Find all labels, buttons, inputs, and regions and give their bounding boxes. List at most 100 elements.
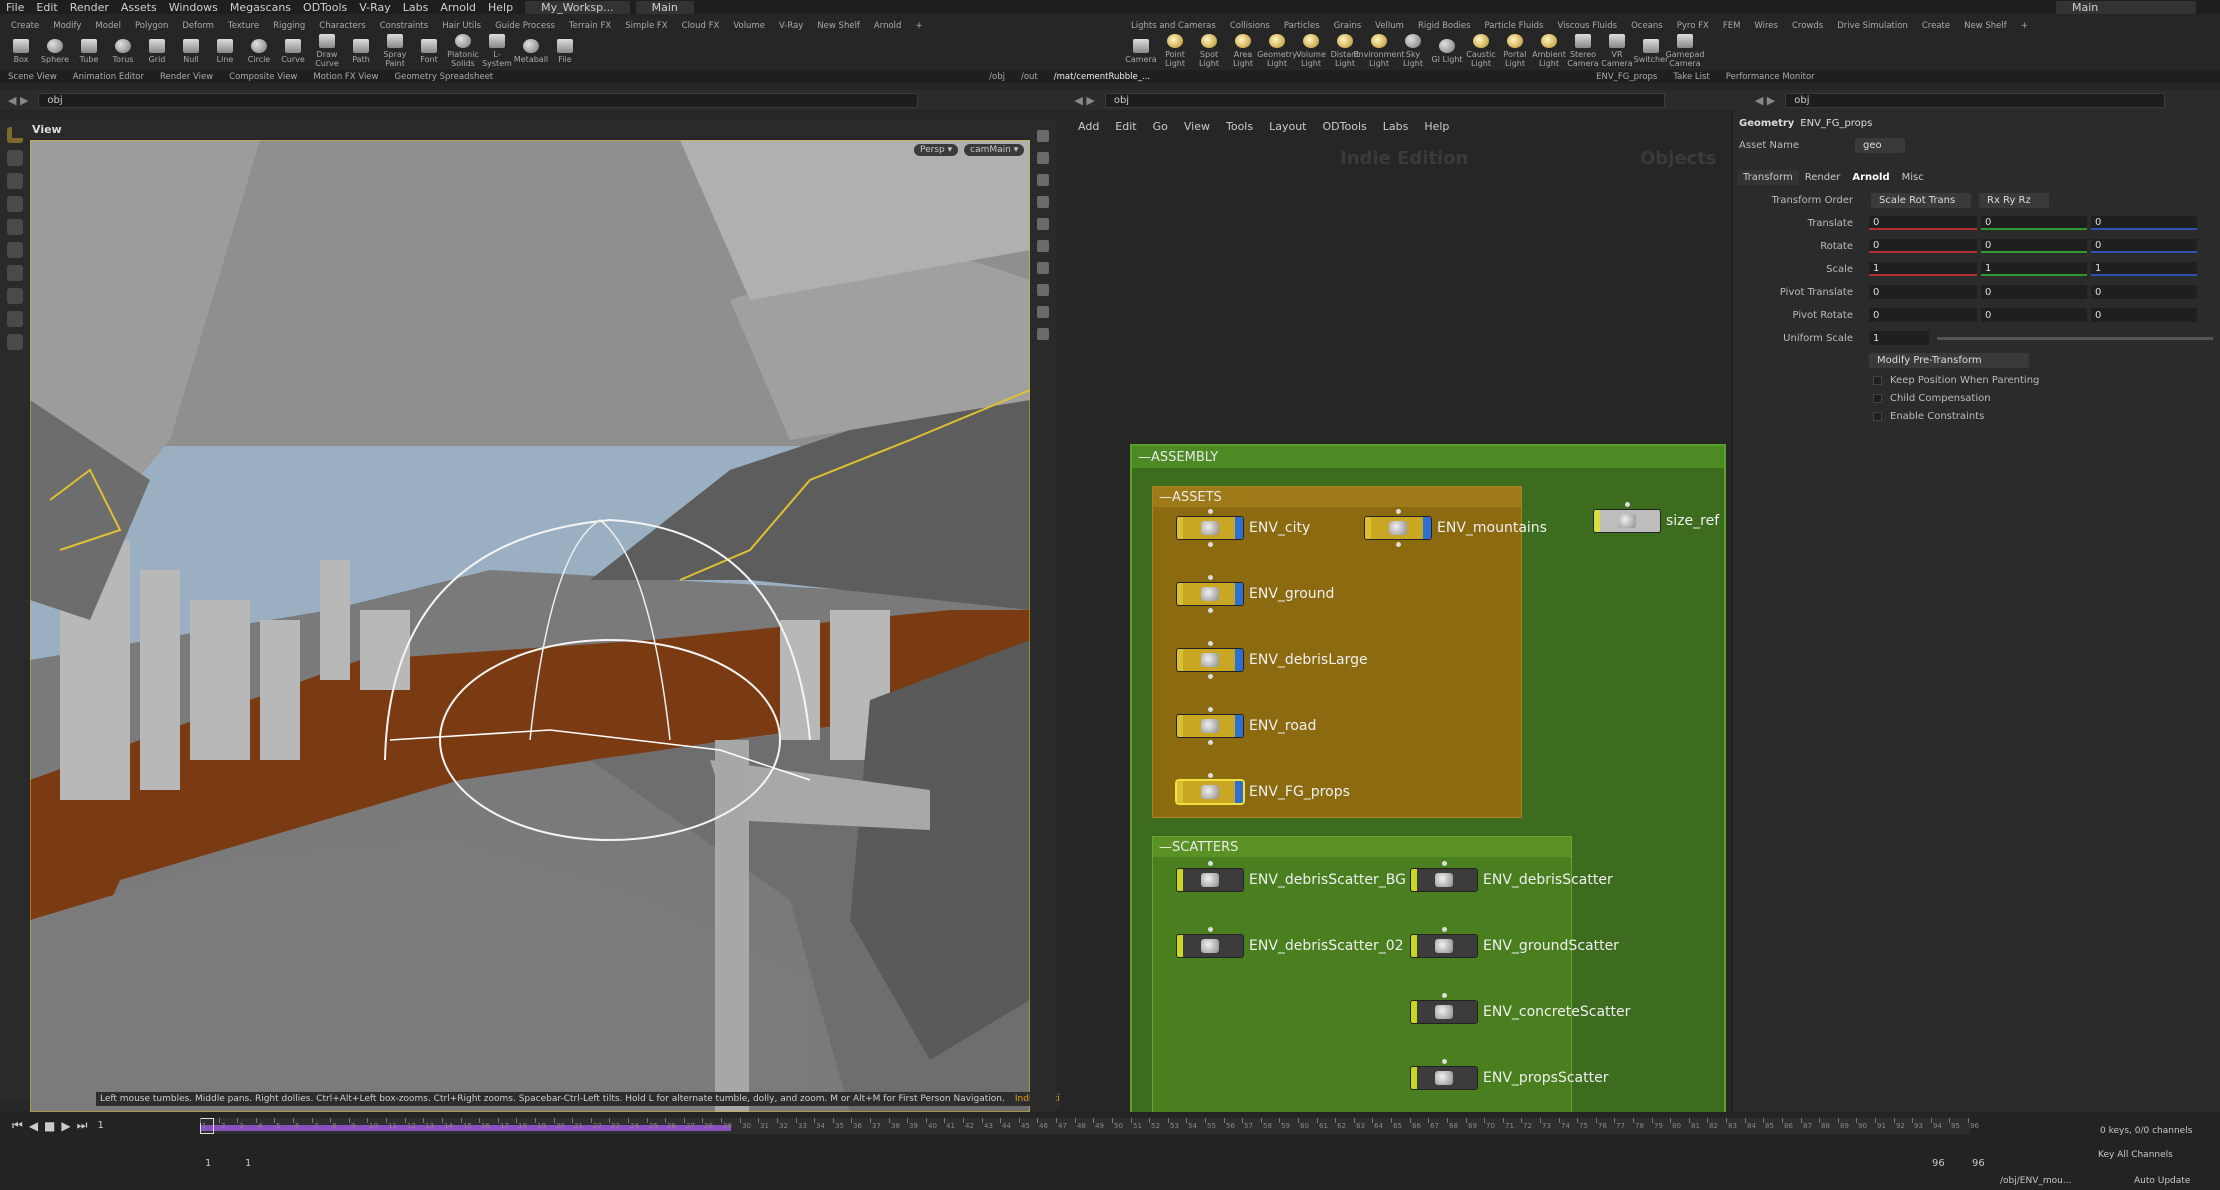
shelf-tab[interactable]: Model <box>88 21 128 31</box>
tool-torus[interactable]: Torus <box>106 38 140 64</box>
start-frame-field[interactable]: 1 <box>205 1158 211 1169</box>
shelf-tab[interactable]: Hair Utils <box>435 21 488 31</box>
auto-update-menu[interactable]: Auto Update <box>2134 1176 2190 1186</box>
net-menu-layout[interactable]: Layout <box>1261 120 1314 133</box>
tool-stereo-camera[interactable]: Stereo Camera <box>1566 34 1600 68</box>
menu-labs[interactable]: Labs <box>397 1 435 14</box>
brush-tool-icon[interactable] <box>7 265 23 281</box>
tab-env-fg-props[interactable]: ENV_FG_props <box>1588 72 1665 82</box>
current-frame-field[interactable]: 1 <box>97 1120 103 1131</box>
node-env-debrisscatter[interactable]: ENV_debrisScatter <box>1411 861 1613 891</box>
tool-font[interactable]: Font <box>412 38 446 64</box>
enable-constraints-checkbox[interactable]: Enable Constraints <box>1873 411 1984 422</box>
rotate-z-field[interactable]: 0 <box>2091 239 2197 253</box>
node-env-debrisscatter-bg[interactable]: ENV_debrisScatter_BG <box>1177 861 1406 891</box>
camera-menu[interactable]: camMain ▾ <box>964 144 1025 156</box>
playback-start-field[interactable]: 1 <box>245 1158 251 1169</box>
tool-null[interactable]: Null <box>174 38 208 64</box>
display-option-icon[interactable] <box>1037 240 1049 252</box>
net-menu-go[interactable]: Go <box>1145 120 1176 133</box>
display-option-icon[interactable] <box>1037 152 1049 164</box>
rotate-tool-icon[interactable] <box>7 173 23 189</box>
tab-mat[interactable]: /mat/cementRubble_... <box>1046 72 1158 82</box>
shelf-tab[interactable]: Volume <box>726 21 772 31</box>
tool-l-system[interactable]: L-System <box>480 34 514 68</box>
key-all-channels-button[interactable]: Key All Channels <box>2098 1150 2173 1160</box>
shelf-tab[interactable]: Lights and Cameras <box>1124 21 1223 31</box>
menu-help[interactable]: Help <box>482 1 519 14</box>
pivot-translate-y-field[interactable]: 0 <box>1981 285 2087 299</box>
display-option-icon[interactable] <box>1037 174 1049 186</box>
translate-y-field[interactable]: 0 <box>1981 216 2087 230</box>
tool-circle[interactable]: Circle <box>242 38 276 64</box>
scale-y-field[interactable]: 1 <box>1981 262 2087 276</box>
magnet-tool-icon[interactable] <box>7 334 23 350</box>
net-menu-odtools[interactable]: ODTools <box>1315 120 1375 133</box>
tab-render-view[interactable]: Render View <box>152 72 221 82</box>
shelf-tab[interactable]: Guide Process <box>488 21 562 31</box>
menu-arnold[interactable]: Arnold <box>434 1 482 14</box>
jump-end-icon[interactable]: ⏭ <box>77 1118 88 1133</box>
tab-transform[interactable]: Transform <box>1737 170 1799 185</box>
display-option-icon[interactable] <box>1037 306 1049 318</box>
shelf-tab[interactable]: V-Ray <box>772 21 810 31</box>
scene-viewport[interactable]: Persp ▾ camMain ▾ <box>30 140 1030 1112</box>
end-frame-field[interactable]: 96 <box>1972 1158 1985 1169</box>
net-menu-edit[interactable]: Edit <box>1107 120 1144 133</box>
shelf-tab[interactable]: Particle Fluids <box>1478 21 1551 31</box>
network-box-scatters[interactable]: — SCATTERS ENV_debrisScatter_BG ENV_debr… <box>1152 836 1630 1114</box>
shelf-tab[interactable]: Deform <box>175 21 221 31</box>
display-option-icon[interactable] <box>1037 328 1049 340</box>
shelf-tab[interactable]: Rigid Bodies <box>1411 21 1478 31</box>
scale-x-field[interactable]: 1 <box>1869 262 1977 276</box>
node-env-debrisscatter-02[interactable]: ENV_debrisScatter_02 <box>1177 927 1404 957</box>
back-arrow-icon[interactable]: ◀ ▶ <box>1074 94 1094 107</box>
display-option-icon[interactable] <box>1037 130 1049 142</box>
tool-box[interactable]: Box <box>4 38 38 64</box>
play-icon[interactable]: ▶ <box>61 1119 70 1133</box>
snap-tool-icon[interactable] <box>7 311 23 327</box>
tool-curve[interactable]: Curve <box>276 38 310 64</box>
node-size-ref[interactable]: size_ref <box>1594 502 1719 532</box>
tab-misc[interactable]: Misc <box>1896 170 1930 185</box>
shelf-tab[interactable]: Create <box>4 21 46 31</box>
menu-odtools[interactable]: ODTools <box>297 1 353 14</box>
shelf-tab[interactable]: Texture <box>221 21 266 31</box>
menu-assets[interactable]: Assets <box>115 1 163 14</box>
shelf-tab[interactable]: Modify <box>46 21 88 31</box>
display-option-icon[interactable] <box>1037 196 1049 208</box>
timeline-bar[interactable]: 1 2 3 4 5 6 7 8 9 10 11 12 13 14 15 16 17 18 19 20 21 22 23 24 2… <box>200 1118 1979 1134</box>
child-compensation-checkbox[interactable]: Child Compensation <box>1873 393 1991 404</box>
tool-platonic-solids[interactable]: Platonic Solids <box>446 34 480 68</box>
tool-gi-light[interactable]: GI Light <box>1430 38 1464 64</box>
uniform-scale-field[interactable]: 1 <box>1869 331 1929 345</box>
tab-animation-editor[interactable]: Animation Editor <box>65 72 152 82</box>
tool-path[interactable]: Path <box>344 38 378 64</box>
tool-camera[interactable]: Camera <box>1124 38 1158 64</box>
menu-megascans[interactable]: Megascans <box>224 1 297 14</box>
tool-sphere[interactable]: Sphere <box>38 38 72 64</box>
shelf-tab[interactable]: FEM <box>1716 21 1748 31</box>
tool-tube[interactable]: Tube <box>72 38 106 64</box>
tab-render[interactable]: Render <box>1799 170 1847 185</box>
pivot-rotate-x-field[interactable]: 0 <box>1869 308 1977 322</box>
tab-arnold[interactable]: Arnold <box>1846 170 1895 185</box>
scatters-header[interactable]: — SCATTERS <box>1153 837 1571 857</box>
tool-grid[interactable]: Grid <box>140 38 174 64</box>
shelf-tab[interactable]: Cloud FX <box>675 21 727 31</box>
node-env-groundscatter[interactable]: ENV_groundScatter <box>1411 927 1619 957</box>
pivot-translate-z-field[interactable]: 0 <box>2091 285 2197 299</box>
tool-sky-light[interactable]: Sky Light <box>1396 34 1430 68</box>
net-menu-tools[interactable]: Tools <box>1218 120 1261 133</box>
network-box-assets[interactable]: — ASSETS ENV_city ENV_mountains ENV_grou… <box>1152 486 1547 818</box>
tool-switcher[interactable]: Switcher <box>1634 38 1668 64</box>
shelf-tab[interactable]: Terrain FX <box>562 21 618 31</box>
node-env-ground[interactable]: ENV_ground <box>1177 575 1334 613</box>
tab-geometry-spreadsheet[interactable]: Geometry Spreadsheet <box>387 72 502 82</box>
node-env-propsscatter[interactable]: ENV_propsScatter <box>1411 1059 1609 1089</box>
shelf-tab[interactable]: Constraints <box>373 21 436 31</box>
tool-vr-camera[interactable]: VR Camera <box>1600 34 1634 68</box>
tab-performance-monitor[interactable]: Performance Monitor <box>1718 72 1823 82</box>
tool-spot-light[interactable]: Spot Light <box>1192 34 1226 68</box>
shelf-tab[interactable]: Rigging <box>266 21 312 31</box>
